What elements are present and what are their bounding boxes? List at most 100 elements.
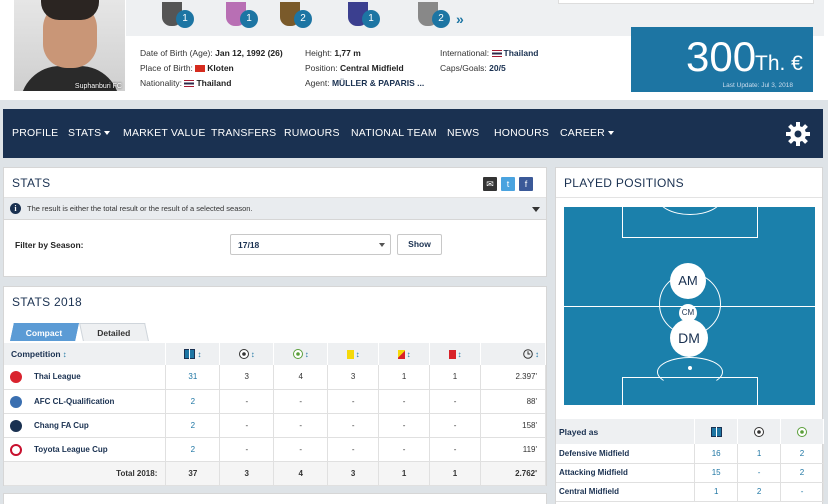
search-box[interactable] [558, 0, 814, 4]
competition-link[interactable]: Toyota League Cup [34, 445, 108, 454]
caps-link[interactable]: 20/5 [489, 63, 506, 73]
clock-icon [523, 349, 533, 360]
pitch-diagram: AM CM DM [563, 206, 816, 406]
goals-cell: - [219, 389, 275, 414]
more-trophies-icon[interactable]: » [456, 11, 464, 27]
trophy-icon[interactable]: 1 [346, 2, 380, 32]
position-link[interactable]: Attacking Midfield [559, 468, 628, 477]
table-row: Chang FA Cup 2 - - - - - 158' [4, 413, 546, 438]
fa-cup-logo-icon [10, 419, 22, 432]
played-as-header: Played as [556, 419, 696, 444]
season-select[interactable]: 17/18 [230, 234, 391, 255]
apps-link[interactable]: 31 [188, 372, 197, 381]
goals-cell: - [219, 437, 275, 462]
assist-icon [797, 426, 808, 437]
competition-link[interactable]: Thai League [34, 372, 81, 381]
nav-transfers[interactable]: TRANSFERS [211, 109, 276, 158]
stats-filter-box: STATS ✉ t f i The result is either the t… [3, 167, 547, 277]
yellow-card-icon [346, 350, 354, 360]
second-yellow-card-icon [397, 350, 405, 360]
facebook-icon[interactable]: f [519, 177, 533, 191]
apps-link[interactable]: 2 [191, 445, 195, 454]
nationality-row: Nationality: Thailand [140, 78, 232, 88]
nav-career[interactable]: CAREER [560, 109, 614, 158]
minutes-cell: 2.397' [480, 365, 546, 390]
competition-link[interactable]: Chang FA Cup [34, 421, 89, 430]
ball-icon [238, 349, 249, 360]
yellow-card-header[interactable]: ↕ [327, 343, 380, 365]
tab-detailed[interactable]: Detailed [79, 323, 149, 341]
table-row: Attacking Midfield 15 - 2 [556, 463, 824, 483]
sort-icon: ↕ [355, 349, 360, 359]
goals-cell: - [219, 413, 275, 438]
position-link[interactable]: Central Midfield [559, 487, 619, 496]
apps-link[interactable]: 2 [191, 421, 195, 430]
goals-cell: 3 [219, 365, 275, 390]
competition-link[interactable]: AFC CL-Qualification [34, 397, 114, 406]
red-card-header[interactable]: ↕ [429, 343, 481, 365]
nav-stats[interactable]: STATS [68, 109, 111, 158]
thailand-flag-icon [184, 80, 195, 88]
league-cup-logo-icon [10, 443, 22, 456]
positions-table: Played as Defensive Midfield 16 1 2 Atta… [556, 419, 824, 502]
appearances-header[interactable]: ↕ [165, 343, 221, 365]
red-cell: - [429, 437, 481, 462]
tab-compact[interactable]: Compact [10, 323, 79, 341]
position-badge-dm[interactable]: DM [670, 319, 708, 357]
red-cell: - [429, 413, 481, 438]
second-yellow-cell: 1 [378, 365, 431, 390]
assists-header[interactable]: ↕ [273, 343, 329, 365]
total-label: Total 2018: [4, 461, 167, 486]
competition-header[interactable]: Competition ↕ [4, 343, 167, 365]
goals-header[interactable]: ↕ [219, 343, 275, 365]
national-team-link[interactable]: Thailand [504, 48, 539, 58]
gear-icon[interactable] [785, 121, 811, 147]
position-badge-am[interactable]: AM [670, 263, 706, 299]
nav-rumours[interactable]: RUMOURS [284, 109, 340, 158]
sort-icon: ↕ [535, 349, 539, 359]
nav-national-team[interactable]: NATIONAL TEAM [351, 109, 437, 158]
assists-cell: 4 [273, 365, 329, 390]
minutes-cell: 158' [480, 413, 546, 438]
sort-icon: ↕ [250, 349, 255, 359]
minutes-cell: 88' [480, 389, 546, 414]
info-icon: i [10, 203, 21, 214]
agent-link[interactable]: MÜLLER & PAPARIS ... [332, 78, 424, 88]
table-row: Toyota League Cup 2 - - - - - 119' [4, 437, 546, 462]
second-yellow-cell: - [378, 437, 431, 462]
market-value-box[interactable]: 300 Th. € Last Update: Jul 3, 2018 [631, 27, 813, 92]
trophy-icon[interactable]: 1 [224, 2, 258, 32]
sort-icon: ↕ [457, 349, 462, 359]
pob-row: Place of Birth: Kloten [140, 63, 234, 73]
nav-news[interactable]: NEWS [447, 109, 479, 158]
red-cell: 1 [429, 365, 481, 390]
trophy-icon[interactable]: 2 [416, 2, 450, 32]
thai-league-logo-icon [10, 371, 22, 383]
show-button[interactable]: Show [397, 234, 442, 255]
height-row: Height: 1,77 m [305, 48, 361, 58]
top-box [622, 207, 758, 238]
minutes-header[interactable]: ↕ [480, 343, 546, 365]
sort-icon: ↕ [197, 349, 202, 359]
twitter-icon[interactable]: t [501, 177, 515, 191]
stats-year-box: STATS 2018 Compact Detailed Competition ↕… [3, 286, 547, 486]
position-link[interactable]: Defensive Midfield [559, 449, 629, 458]
info-notice[interactable]: i The result is either the total result … [4, 198, 546, 220]
apps-link[interactable]: 2 [191, 397, 195, 406]
trophy-icon[interactable]: 1 [160, 2, 194, 32]
nav-honours[interactable]: HONOURS [494, 109, 549, 158]
stats-year-title: STATS 2018 [12, 295, 82, 309]
caret-down-icon [104, 131, 111, 136]
expand-arrow-icon[interactable] [532, 207, 540, 212]
email-icon[interactable]: ✉ [483, 177, 497, 191]
nav-market-value[interactable]: MARKET VALUE [123, 109, 206, 158]
nav-profile[interactable]: PROFILE [12, 109, 58, 158]
market-value-last-update: Last Update: Jul 3, 2018 [722, 82, 793, 89]
trophy-icon[interactable]: 2 [278, 2, 312, 32]
market-value-number: 300 [686, 33, 757, 80]
next-box [3, 493, 547, 504]
market-value-unit: Th. € [755, 52, 803, 75]
sort-icon: ↕ [406, 349, 411, 359]
second-yellow-header[interactable]: ↕ [378, 343, 431, 365]
yellow-cell: - [327, 389, 380, 414]
